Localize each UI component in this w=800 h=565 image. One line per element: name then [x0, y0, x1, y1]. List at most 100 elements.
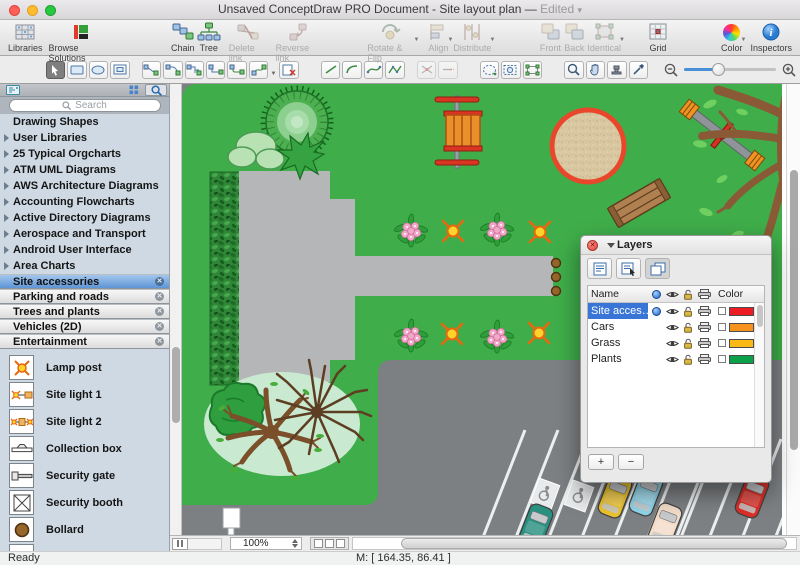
stamp-tool[interactable]: [607, 60, 627, 79]
group-select-tool[interactable]: [522, 60, 543, 79]
zoom-tool[interactable]: [564, 60, 584, 79]
zoom-out-icon[interactable]: [664, 63, 678, 77]
disclosure-triangle-icon[interactable]: [4, 198, 9, 206]
shape-bollard[interactable]: Bollard: [9, 516, 169, 543]
sidebar-item-accounting-flowcharts[interactable]: Accounting Flowcharts: [0, 194, 169, 210]
layer-color-swatch[interactable]: [729, 322, 754, 332]
vertical-scrollbar[interactable]: [786, 84, 800, 535]
bezier-tool[interactable]: [363, 60, 384, 79]
delete-connector-tool[interactable]: [279, 60, 299, 79]
disclosure-triangle-icon[interactable]: [4, 214, 9, 222]
select-tool[interactable]: [45, 60, 66, 79]
visibility-icon[interactable]: [664, 355, 680, 364]
library-tab-entertainment[interactable]: Entertainment ✕: [0, 334, 169, 349]
palette-disclosure-icon[interactable]: [607, 242, 615, 248]
zoom-slider-knob[interactable]: [712, 63, 726, 76]
print-icon[interactable]: [696, 338, 712, 348]
sidebar-item-aerospace-and-transport[interactable]: Aerospace and Transport: [0, 226, 169, 242]
color-checkbox[interactable]: [718, 323, 726, 331]
lock-icon[interactable]: [680, 354, 696, 365]
edited-badge[interactable]: Edited: [540, 2, 574, 16]
toolbar-browse-solutions[interactable]: Browse Solutions: [49, 21, 113, 63]
sidebar-item-android-user-interface[interactable]: Android User Interface: [0, 242, 169, 258]
library-tab-vehicles-2d[interactable]: Vehicles (2D) ✕: [0, 319, 169, 334]
horizontal-scrollbar-thumb[interactable]: [401, 538, 787, 549]
sidebar-item-active-directory-diagrams[interactable]: Active Directory Diagrams: [0, 210, 169, 226]
visibility-icon[interactable]: [664, 339, 680, 348]
color-column-header[interactable]: Color: [712, 288, 743, 300]
sidebar-item-25-typical-orgcharts[interactable]: 25 Typical Orgcharts: [0, 146, 169, 162]
pan-tool[interactable]: [585, 60, 606, 79]
visibility-icon[interactable]: [664, 307, 680, 316]
toolbar-libraries[interactable]: Libraries: [8, 21, 43, 53]
zoom-slider[interactable]: [684, 63, 777, 76]
connector-orthogonal-tool[interactable]: [206, 60, 226, 79]
connector-menu-icon[interactable]: ▼: [270, 71, 276, 77]
color-checkbox[interactable]: [718, 339, 726, 347]
lock-icon[interactable]: [680, 338, 696, 349]
print-icon[interactable]: [696, 322, 712, 332]
active-layer-icon[interactable]: [648, 306, 664, 316]
page-buttons[interactable]: [310, 537, 349, 550]
sidebar-scrollbar[interactable]: [170, 84, 182, 535]
visibility-column-icon[interactable]: [664, 290, 680, 299]
lock-icon[interactable]: [680, 306, 696, 317]
layer-properties-view-icon[interactable]: [587, 258, 612, 279]
disclosure-triangle-icon[interactable]: [4, 246, 9, 254]
sandbox[interactable]: [549, 107, 627, 185]
bollard[interactable]: [550, 271, 562, 283]
hedge[interactable]: [209, 171, 241, 386]
zoom-level-field[interactable]: 100%: [230, 537, 302, 550]
layer-row-cars[interactable]: Cars: [588, 319, 764, 335]
print-icon[interactable]: [696, 354, 712, 364]
close-library-icon[interactable]: ✕: [155, 307, 164, 316]
close-library-icon[interactable]: ✕: [155, 277, 164, 286]
path-select-tool[interactable]: [479, 60, 500, 79]
disclosure-triangle-icon[interactable]: [4, 182, 9, 190]
connector-rounded-tool[interactable]: [227, 60, 247, 79]
close-library-icon[interactable]: ✕: [155, 292, 164, 301]
visibility-icon[interactable]: [664, 323, 680, 332]
search-view-icon[interactable]: [145, 84, 167, 96]
pane-splitter-button[interactable]: [172, 537, 188, 550]
zoom-area-tool[interactable]: [501, 60, 521, 79]
rectangle-tool[interactable]: [67, 60, 87, 79]
search-input[interactable]: Search: [8, 99, 161, 112]
print-column-icon[interactable]: [696, 289, 712, 299]
color-checkbox[interactable]: [718, 307, 726, 315]
disclosure-triangle-icon[interactable]: [4, 150, 9, 158]
layer-color-swatch[interactable]: [729, 354, 754, 364]
disclosure-triangle-icon[interactable]: [4, 262, 9, 270]
shape-collection-box[interactable]: Collection box: [9, 435, 169, 462]
layers-scrollbar[interactable]: [754, 303, 764, 447]
shape-security-booth[interactable]: Security booth: [9, 489, 169, 516]
library-tree-view-icon[interactable]: [2, 84, 24, 96]
shape-site-light-1[interactable]: Site light 1: [9, 381, 169, 408]
page-button[interactable]: [325, 539, 334, 548]
horizontal-scrollbar[interactable]: [352, 537, 797, 550]
layers-scrollbar-thumb[interactable]: [757, 305, 763, 327]
toolbar-grid[interactable]: Grid: [647, 21, 669, 53]
frame-tool[interactable]: [110, 60, 130, 79]
grid-view-icon[interactable]: [123, 84, 145, 96]
shape-item-partial[interactable]: [9, 543, 169, 551]
page-button[interactable]: [336, 539, 345, 548]
lock-column-icon[interactable]: [680, 289, 696, 300]
toolbar-chain[interactable]: Chain: [171, 21, 195, 53]
minimize-window-button[interactable]: [27, 5, 38, 16]
layer-color-swatch[interactable]: [729, 338, 754, 348]
sidebar-item-area-charts[interactable]: Area Charts: [0, 258, 169, 274]
sidebar-item-drawing-shapes[interactable]: Drawing Shapes: [0, 114, 169, 130]
layers-list-view-icon[interactable]: [645, 258, 670, 279]
connector-direct-tool[interactable]: [141, 60, 162, 79]
layers-palette-titlebar[interactable]: ✕ Layers: [581, 236, 771, 255]
line-tool[interactable]: [320, 60, 341, 79]
layer-row-grass[interactable]: Grass: [588, 335, 764, 351]
toolbar-color[interactable]: Color ▼: [721, 21, 746, 53]
library-tab-site-accessories[interactable]: Site accessories ✕: [0, 274, 169, 289]
shape-site-light-2[interactable]: Site light 2: [9, 408, 169, 435]
layer-color-swatch[interactable]: [729, 306, 754, 316]
active-layer-column-icon[interactable]: [648, 289, 664, 299]
toolbar-tree[interactable]: Tree: [197, 21, 221, 53]
connector-arc-tool[interactable]: [163, 60, 183, 79]
